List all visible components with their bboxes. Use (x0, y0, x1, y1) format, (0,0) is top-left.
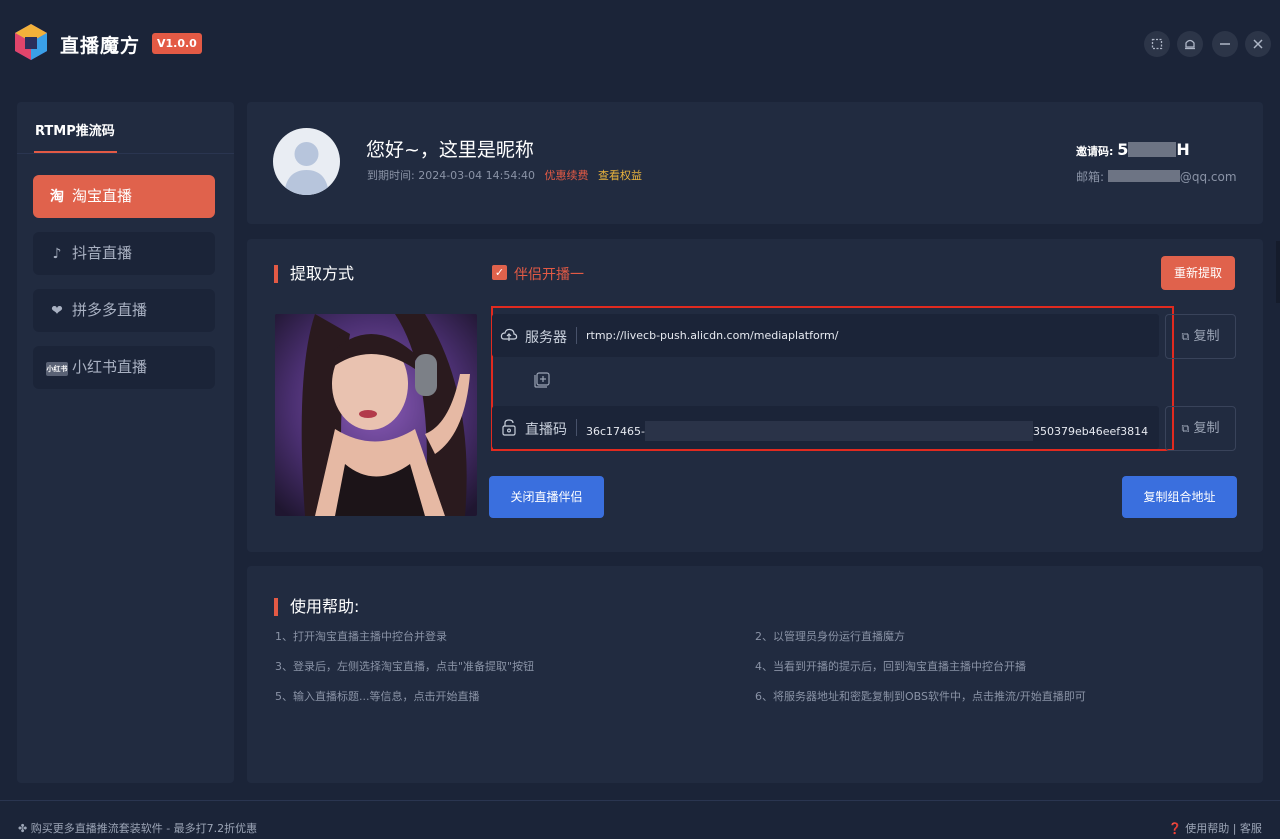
server-value: rtmp://livecb-push.alicdn.com/mediaplatf… (586, 329, 839, 342)
sidebar-item-pinduoduo[interactable]: ❤ 拼多多直播 (33, 289, 215, 332)
expire-info: 到期时间: 2024-03-04 14:54:40 优惠续费 查看权益 (367, 167, 642, 183)
douyin-icon: ♪ (52, 246, 62, 262)
sidebar: RTMP推流码 淘淘宝直播 ♪ 抖音直播 ❤ 拼多多直播 小红书 小红书直播 (17, 102, 234, 783)
help-item: 1、打开淘宝直播主播中控台并登录 (275, 630, 447, 643)
footer-separator: | (1232, 822, 1237, 835)
copy-server-button[interactable]: ⧉ 复制 (1165, 314, 1236, 359)
sidebar-divider (17, 153, 234, 154)
stream-key-label: 直播码 (525, 422, 567, 438)
xiaohongshu-icon: 小红书 (46, 362, 68, 376)
stream-key-suffix: 350379eb46eef3814 (1033, 425, 1149, 438)
sidebar-item-label: 拼多多直播 (72, 301, 148, 319)
footer-service-link[interactable]: 客服 (1240, 822, 1262, 835)
close-companion-button[interactable]: 关闭直播伴侣 (489, 476, 604, 518)
help-item: 2、以管理员身份运行直播魔方 (755, 630, 905, 643)
email-suffix: @qq.com (1179, 170, 1237, 184)
email-info: 邮箱: @qq.com (1076, 168, 1237, 185)
extract-title: 提取方式 (274, 265, 354, 283)
cube-icon: ✤ (18, 822, 28, 835)
help-item: 3、登录后，左侧选择淘宝直播，点击"准备提取"按钮 (275, 660, 535, 673)
sidebar-item-label: 小红书直播 (72, 358, 148, 376)
companion-checkbox-label[interactable]: 伴侣开播一 (514, 264, 584, 284)
copy-icon: ⧉ (1181, 422, 1190, 435)
sidebar-item-taobao[interactable]: 淘淘宝直播 (33, 175, 215, 218)
stream-key-mask (645, 421, 1034, 441)
field-separator (576, 327, 577, 344)
invite-label: 邀请码: (1076, 145, 1118, 158)
email-mask (1107, 170, 1180, 182)
notify-icon[interactable] (1177, 31, 1203, 57)
help-item: 5、输入直播标题...等信息，点击开始直播 (275, 690, 480, 703)
lock-icon (502, 419, 516, 436)
minimize-icon[interactable] (1212, 31, 1238, 57)
close-icon[interactable] (1245, 31, 1271, 57)
sidebar-item-label: 抖音直播 (72, 244, 133, 262)
invite-mask (1128, 142, 1177, 157)
help-title: 使用帮助: (274, 598, 359, 616)
extract-panel: 提取方式 ✓ 伴侣开播一 重新提取 服务器 rtmp://livecb-push… (247, 239, 1263, 552)
stream-key-prefix: 36c17465- (586, 425, 646, 438)
footer-divider (0, 800, 1280, 801)
avatar (273, 128, 340, 195)
footer-promo[interactable]: ✤ 购买更多直播推流套装软件 - 最多打7.2折优惠 (18, 820, 257, 836)
field-separator (576, 419, 577, 436)
copy-icon: ⧉ (1181, 330, 1190, 343)
cover-image (275, 314, 477, 516)
footer-help-link[interactable]: 使用帮助 (1185, 822, 1229, 835)
footer-links: ❓ 使用帮助 | 客服 (1168, 820, 1262, 836)
expire-time: 到期时间: 2024-03-04 14:54:40 (367, 169, 536, 182)
greeting: 您好~，这里是昵称 (366, 139, 534, 161)
title-bar: 直播魔方 V1.0.0 (0, 0, 1280, 86)
taobao-icon: 淘 (50, 189, 64, 205)
copy-key-button[interactable]: ⧉ 复制 (1165, 406, 1236, 451)
version-badge: V1.0.0 (152, 33, 202, 54)
pinduoduo-icon: ❤ (51, 303, 63, 319)
app-name: 直播魔方 (60, 35, 141, 57)
server-field[interactable]: 服务器 rtmp://livecb-push.alicdn.com/mediap… (492, 314, 1159, 357)
email-label: 邮箱: (1076, 170, 1108, 184)
sidebar-item-xiaohongshu[interactable]: 小红书 小红书直播 (33, 346, 215, 389)
help-item: 4、当看到开播的提示后，回到淘宝直播主播中控台开播 (755, 660, 1026, 673)
stream-key-field[interactable]: 直播码 36c17465- 350379eb46eef3814 (492, 406, 1159, 449)
tab-rtmp[interactable]: RTMP推流码 (35, 120, 115, 139)
help-panel: 使用帮助: 1、打开淘宝直播主播中控台并登录 2、以管理员身份运行直播魔方 3、… (247, 566, 1263, 783)
profile-panel: 您好~，这里是昵称 到期时间: 2024-03-04 14:54:40 优惠续费… (247, 102, 1263, 224)
cloud-icon (500, 328, 518, 341)
companion-checkbox[interactable]: ✓ (492, 265, 507, 280)
invite-code: 邀请码: 5 H (1076, 140, 1190, 159)
help-item: 6、将服务器地址和密匙复制到OBS软件中，点击推流/开始直播即可 (755, 690, 1086, 703)
add-square-icon[interactable] (534, 370, 552, 388)
rights-link[interactable]: 查看权益 (598, 169, 642, 182)
help-icon: ❓ (1168, 822, 1182, 835)
pin-icon[interactable] (1144, 31, 1170, 57)
app-logo-icon (15, 24, 47, 60)
copy-label: 复制 (1193, 329, 1220, 344)
footer-promo-text: 购买更多直播推流套装软件 - 最多打7.2折优惠 (30, 822, 258, 835)
sidebar-item-douyin[interactable]: ♪ 抖音直播 (33, 232, 215, 275)
invite-suffix: H (1176, 140, 1190, 159)
sidebar-item-label: 淘宝直播 (72, 187, 133, 205)
invite-prefix: 5 (1117, 140, 1129, 159)
copy-label: 复制 (1193, 421, 1220, 436)
stream-key-value: 36c17465- 350379eb46eef3814 (586, 421, 1148, 441)
refetch-button[interactable]: 重新提取 (1161, 256, 1235, 290)
copy-combined-button[interactable]: 复制组合地址 (1122, 476, 1237, 518)
renew-link[interactable]: 优惠续费 (545, 169, 589, 182)
server-label: 服务器 (525, 330, 567, 346)
scrollbar[interactable] (1276, 241, 1280, 303)
